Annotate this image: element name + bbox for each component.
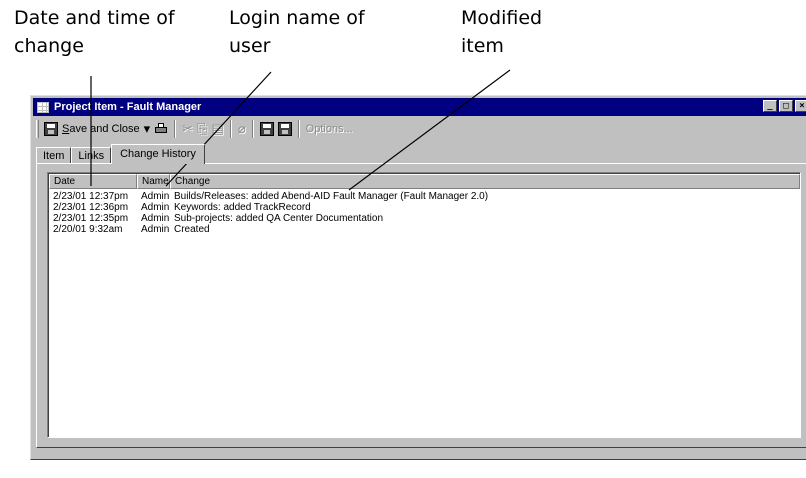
previous-item-button[interactable] — [258, 119, 276, 139]
callout-date-time: Date and time of change — [14, 4, 175, 60]
save-and-close-label: Save and Close — [62, 123, 140, 135]
row-change: Created — [174, 224, 210, 235]
paperclip-icon: ⌀ — [237, 121, 246, 136]
row-date: 2/20/01 9:32am — [53, 224, 123, 235]
window-controls: _ □ × — [763, 100, 806, 112]
save-disk-icon — [44, 122, 58, 136]
copy-icon: ⎘ — [197, 121, 208, 136]
list-row[interactable]: 2/20/01 9:32am Admin Created — [49, 224, 800, 235]
print-button[interactable] — [152, 119, 170, 139]
save-and-close-button[interactable]: Save and Close — [42, 119, 142, 139]
list-row[interactable]: 2/23/01 12:36pm Admin Keywords: added Tr… — [49, 202, 800, 213]
printer-icon — [154, 123, 168, 135]
window-title: Project Item - Fault Manager — [54, 101, 202, 113]
paste-button[interactable]: ▤ — [210, 119, 226, 139]
row-date: 2/23/01 12:35pm — [53, 213, 129, 224]
options-button[interactable]: Options... — [304, 119, 355, 139]
row-name: Admin — [141, 191, 170, 202]
callout-login-line1: Login name of — [229, 7, 365, 29]
row-change: Builds/Releases: added Abend-AID Fault M… — [174, 191, 489, 202]
callout-login-name: Login name of user — [229, 4, 365, 60]
tab-strip: Item Links Change History — [36, 144, 205, 164]
toolbar-separator — [297, 120, 300, 138]
tab-item[interactable]: Item — [36, 147, 72, 164]
row-change: Keywords: added TrackRecord — [174, 202, 311, 213]
paste-icon: ▤ — [211, 121, 224, 136]
list-rows: 2/23/01 12:37pm Admin Builds/Releases: a… — [49, 189, 800, 235]
grid-icon — [37, 101, 49, 113]
row-change: Sub-projects: added QA Center Documentat… — [174, 213, 384, 224]
close-button[interactable]: × — [795, 100, 806, 112]
callout-modified-line2: item — [461, 35, 504, 57]
row-name: Admin — [141, 213, 170, 224]
scissors-icon: ✂ — [182, 121, 194, 136]
options-label: Options... — [305, 123, 353, 135]
row-name: Admin — [141, 224, 170, 235]
column-header-change[interactable]: Change — [170, 174, 800, 189]
column-header-date[interactable]: Date — [49, 174, 137, 189]
list-row[interactable]: 2/23/01 12:35pm Admin Sub-projects: adde… — [49, 213, 800, 224]
chevron-down-icon: ▾ — [143, 121, 151, 136]
list-header: Date Name Change — [49, 174, 800, 189]
row-date: 2/23/01 12:37pm — [53, 191, 129, 202]
toolbar-separator — [229, 120, 232, 138]
callout-date-line2: change — [14, 35, 84, 57]
callout-login-line2: user — [229, 35, 271, 57]
title-bar[interactable]: Project Item - Fault Manager _ □ × — [33, 98, 806, 116]
column-header-name[interactable]: Name — [137, 174, 170, 189]
minimize-button[interactable]: _ — [763, 100, 777, 112]
copy-button[interactable]: ⎘ — [195, 119, 209, 139]
next-item-button[interactable] — [276, 119, 294, 139]
list-row[interactable]: 2/23/01 12:37pm Admin Builds/Releases: a… — [49, 191, 800, 202]
callout-modified-item: Modified item — [461, 4, 542, 60]
attach-button[interactable]: ⌀ — [236, 119, 248, 139]
row-date: 2/23/01 12:36pm — [53, 202, 129, 213]
toolbar-grip[interactable] — [36, 120, 39, 138]
change-history-panel: Date Name Change 2/23/01 12:37pm Admin B… — [36, 163, 806, 448]
callout-modified-line1: Modified — [461, 7, 543, 29]
dropdown-arrow-button[interactable]: ▾ — [142, 119, 153, 139]
toolbar-separator — [174, 120, 177, 138]
toolbar-separator — [251, 120, 254, 138]
row-name: Admin — [141, 202, 170, 213]
project-item-window: Project Item - Fault Manager _ □ × Save … — [30, 95, 806, 460]
change-history-list[interactable]: Date Name Change 2/23/01 12:37pm Admin B… — [47, 172, 801, 438]
cut-button[interactable]: ✂ — [180, 119, 195, 139]
tab-change-history[interactable]: Change History — [111, 144, 205, 164]
tab-links[interactable]: Links — [71, 147, 112, 164]
toolbar: Save and Close ▾ ✂ ⎘ ▤ ⌀ Options... — [33, 118, 806, 140]
callout-date-line1: Date and time of — [14, 7, 175, 29]
maximize-button[interactable]: □ — [779, 100, 793, 112]
next-item-icon — [277, 122, 292, 136]
previous-item-icon — [259, 122, 274, 136]
